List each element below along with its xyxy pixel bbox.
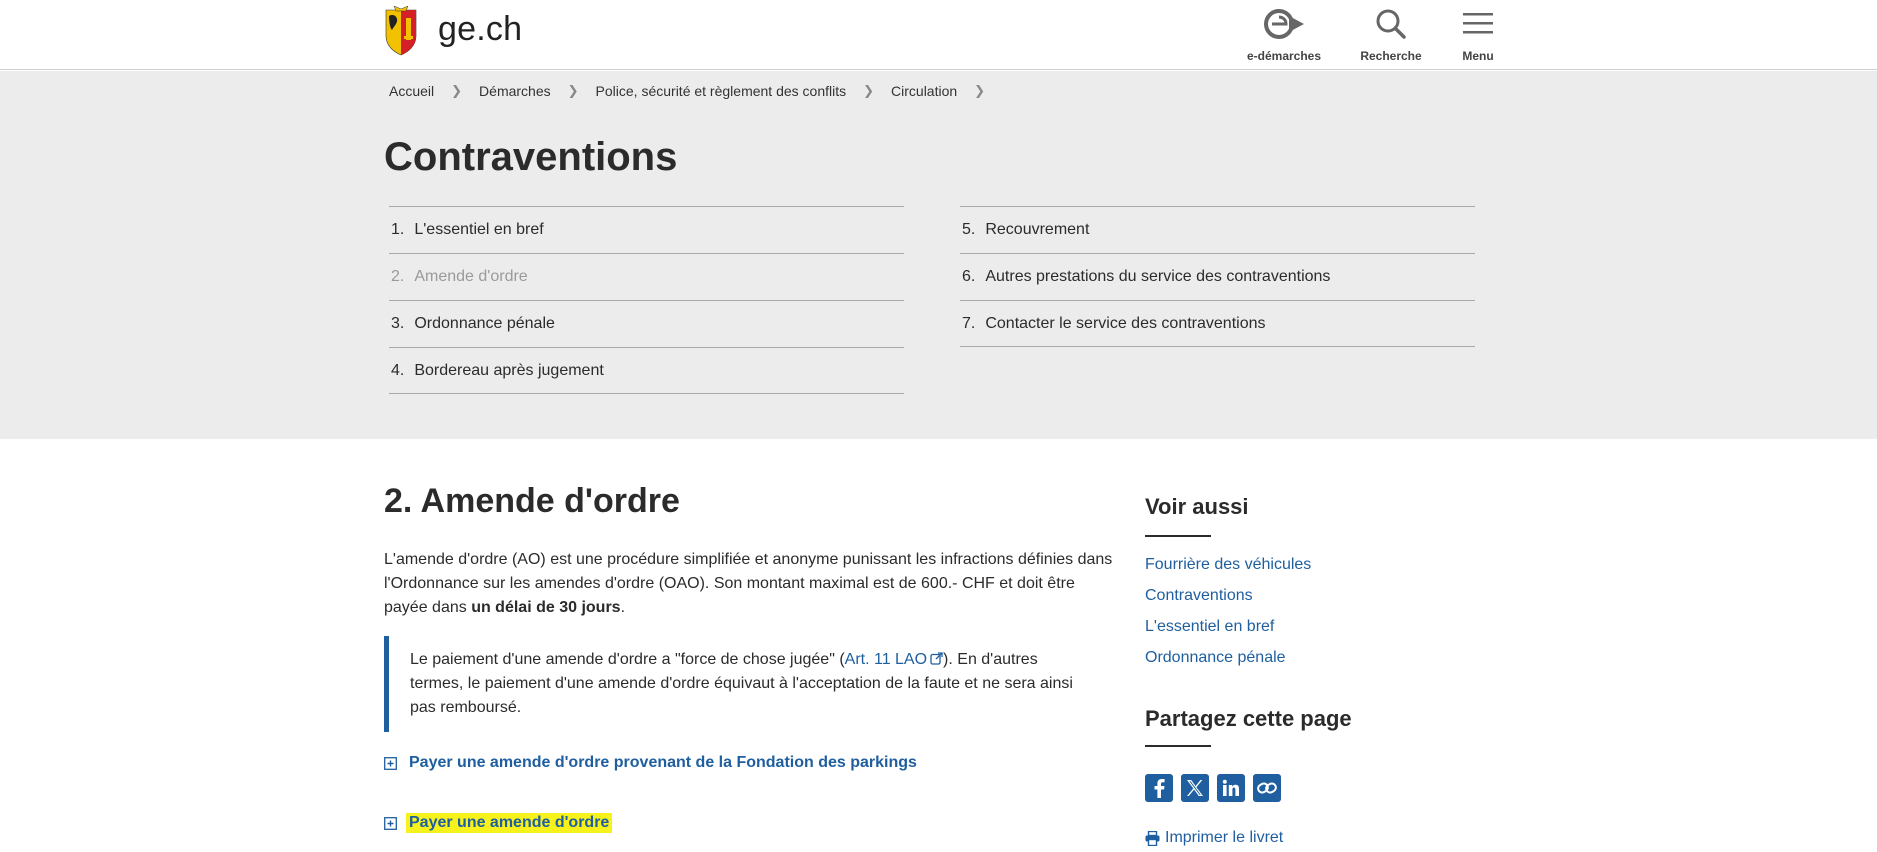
menu-label: Menu	[1462, 49, 1494, 63]
toc-item-3[interactable]: 3. Ordonnance pénale	[389, 300, 904, 347]
printer-icon	[1145, 830, 1160, 846]
share-x-button[interactable]	[1181, 774, 1209, 802]
toc-item-5[interactable]: 5. Recouvrement	[960, 206, 1475, 253]
social-share-buttons	[1145, 774, 1281, 802]
see-also-fourriere-link[interactable]: Fourrière des véhicules	[1145, 556, 1311, 573]
hamburger-menu-icon	[1463, 13, 1493, 34]
toc-number: 7.	[962, 314, 976, 332]
edemarches-button[interactable]: e-démarches	[1245, 8, 1323, 63]
toc-label: Ordonnance pénale	[414, 315, 555, 332]
accordion-label: Payer une amende d'ordre provenant de la…	[409, 754, 917, 771]
x-icon	[1187, 780, 1203, 796]
toc-label: Contacter le service des contraventions	[985, 314, 1266, 332]
toc-number: 4.	[391, 361, 405, 379]
toc-item-1[interactable]: 1. L'essentiel en bref	[389, 206, 904, 253]
share-title: Partagez cette page	[1145, 706, 1352, 731]
toc-item-4[interactable]: 4. Bordereau après jugement	[389, 347, 904, 394]
breadcrumb-police[interactable]: Police, sécurité et règlement des confli…	[596, 83, 847, 99]
site-name[interactable]: ge.ch	[438, 10, 522, 49]
share-facebook-button[interactable]	[1145, 774, 1173, 802]
accordion-fondation-parkings[interactable]: Payer une amende d'ordre provenant de la…	[384, 754, 917, 772]
see-also-title: Voir aussi	[1145, 494, 1249, 519]
share-divider	[1145, 745, 1211, 747]
search-icon	[1376, 9, 1406, 39]
plus-square-icon	[384, 756, 397, 770]
search-label: Recherche	[1360, 49, 1422, 63]
chevron-right-icon: ❯	[863, 83, 875, 98]
art-11-lao-link[interactable]: Art. 11 LAO	[845, 651, 943, 668]
intro-deadline: un délai de 30 jours	[471, 599, 621, 616]
external-link-icon	[930, 652, 943, 665]
toc-item-7[interactable]: 7. Contacter le service des contravention…	[960, 300, 1475, 347]
breadcrumb-accueil[interactable]: Accueil	[389, 83, 434, 99]
toc-number: 2.	[391, 268, 405, 285]
geneva-coat-of-arms-logo[interactable]	[384, 6, 418, 58]
intro-paragraph: L'amende d'ordre (AO) est une procédure …	[384, 548, 1114, 620]
share-linkedin-button[interactable]	[1217, 774, 1245, 802]
see-also-contraventions-link[interactable]: Contraventions	[1145, 587, 1253, 604]
see-also-ordonnance-link[interactable]: Ordonnance pénale	[1145, 649, 1286, 666]
info-blockquote: Le paiement d'une amende d'ordre a "forc…	[384, 636, 1094, 732]
link-icon	[1257, 782, 1277, 794]
toc-label: Autres prestations du service des contra…	[985, 268, 1331, 285]
accordion-payer-amende[interactable]: Payer une amende d'ordre	[384, 813, 613, 833]
toc-number: 1.	[391, 221, 405, 238]
see-also-links: Fourrière des véhicules Contraventions L…	[1145, 556, 1311, 680]
breadcrumb-demarches[interactable]: Démarches	[479, 83, 551, 99]
linkedin-icon	[1222, 779, 1239, 796]
search-button[interactable]: Recherche	[1358, 8, 1424, 63]
toc-label: Amende d'ordre	[414, 268, 528, 285]
toc-label: Recouvrement	[985, 221, 1090, 238]
toc-number: 6.	[962, 268, 976, 285]
art-11-lao-label: Art. 11 LAO	[844, 651, 928, 668]
site-header: ge.ch e-démarches Recherche Menu	[0, 0, 1877, 70]
page-title: Contraventions	[384, 135, 678, 179]
toc-left-column: 1. L'essentiel en bref 2. Amende d'ordre 3…	[389, 206, 904, 394]
facebook-icon	[1154, 779, 1165, 798]
print-label: Imprimer le livret	[1165, 829, 1284, 846]
plus-square-icon	[384, 816, 397, 830]
chevron-right-icon: ❯	[451, 83, 463, 98]
quote-text: Le paiement d'une amende d'ordre a "forc…	[410, 651, 845, 668]
print-booklet-link[interactable]: Imprimer le livret	[1145, 829, 1283, 847]
see-also-divider	[1145, 535, 1211, 537]
section-title: 2. Amende d'ordre	[384, 482, 680, 520]
edemarches-label: e-démarches	[1246, 49, 1322, 63]
copy-link-button[interactable]	[1253, 774, 1281, 802]
chevron-right-icon: ❯	[567, 83, 579, 98]
page-intro-band	[0, 71, 1877, 439]
toc-label: L'essentiel en bref	[414, 221, 544, 238]
toc-number: 3.	[391, 315, 405, 332]
accordion-label-highlighted: Payer une amende d'ordre	[406, 813, 613, 833]
toc-item-6[interactable]: 6. Autres prestations du service des cont…	[960, 253, 1475, 300]
breadcrumb: Accueil ❯ Démarches ❯ Police, sécurité e…	[389, 83, 1002, 99]
menu-button[interactable]: Menu	[1458, 8, 1498, 63]
chevron-right-icon: ❯	[974, 83, 986, 98]
toc-number: 5.	[962, 221, 976, 238]
toc-item-2-current: 2. Amende d'ordre	[389, 253, 904, 300]
breadcrumb-circulation[interactable]: Circulation	[891, 83, 957, 99]
toc-right-column: 5. Recouvrement 6. Autres prestations du s…	[960, 206, 1475, 347]
see-also-essentiel-link[interactable]: L'essentiel en bref	[1145, 618, 1274, 635]
intro-end: .	[620, 599, 626, 616]
toc-label: Bordereau après jugement	[414, 361, 604, 379]
edemarches-icon	[1264, 9, 1304, 39]
